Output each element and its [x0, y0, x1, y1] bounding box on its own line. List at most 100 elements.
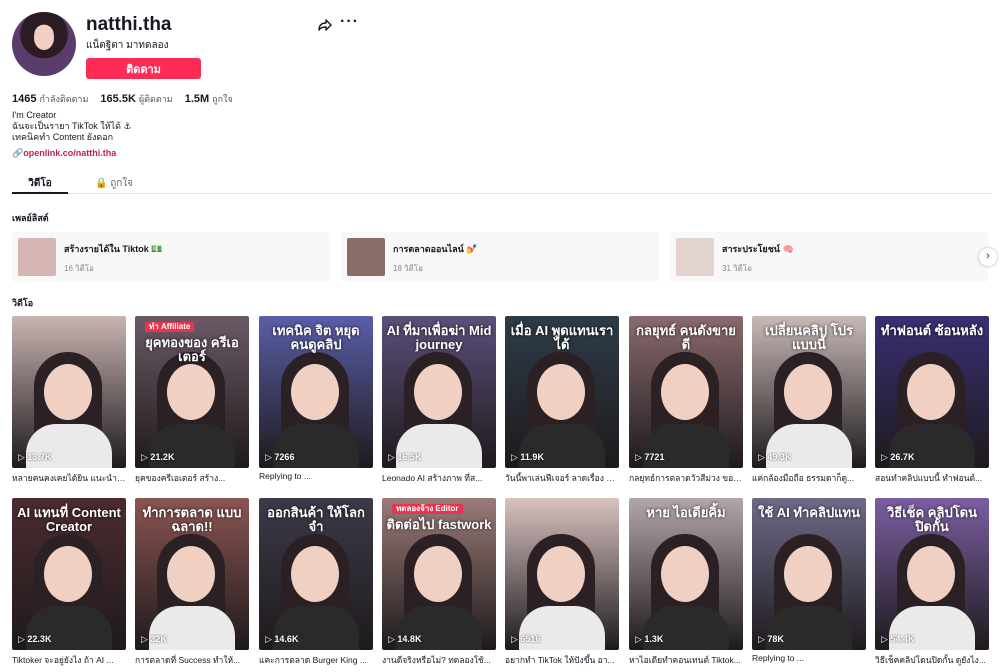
link-icon: 🔗 — [12, 148, 24, 158]
more-icon[interactable]: ··· — [340, 13, 359, 31]
video-caption[interactable]: วิธีเช็คคลิปโดนปิดกั้น ดูยังไง... — [875, 653, 989, 667]
profile-link[interactable]: 🔗openlink.co/natthi.tha — [12, 148, 116, 159]
person-face — [537, 364, 585, 420]
video-card[interactable]: ทำการตลาด แบบฉลาด!! ▷ 32K การตลาดที่ Succe… — [135, 498, 249, 667]
playlist-thumbnail — [676, 238, 714, 276]
video-caption[interactable]: Tiktoker จะอยู่ยังไง ถ้า AI ... — [12, 653, 126, 667]
follow-button[interactable]: ติดตาม — [86, 58, 201, 79]
video-card[interactable]: วิธีเช็ค คลิปโดนปิดกั้น ▷ 54.4K วิธีเช็คคล… — [875, 498, 989, 667]
followers-stat[interactable]: 165.5K ผู้ติดตาม — [100, 92, 172, 106]
video-overlay-text: เมื่อ AI พูดแทนเราได้ — [510, 323, 614, 352]
chevron-right-icon[interactable]: › — [979, 248, 997, 266]
view-count: ▷ 49.3K — [758, 452, 792, 462]
video-caption[interactable]: Replying to ... — [259, 471, 373, 481]
tab-videos[interactable]: วิดีโอ — [12, 172, 68, 194]
playlists: สร้างรายได้ใน Tiktok 💵 16 วิดีโอ การตลาด… — [12, 232, 992, 284]
view-count: ▷ 14.8K — [388, 634, 422, 644]
playlist-thumbnail — [347, 238, 385, 276]
playlist-thumbnail — [18, 238, 56, 276]
person-face — [784, 364, 832, 420]
person-face — [167, 364, 215, 420]
share-icon[interactable] — [317, 17, 333, 33]
person-face — [784, 546, 832, 602]
play-icon: ▷ — [758, 452, 768, 462]
video-card[interactable]: ▷ 13.7K หลายคนคงเคยได้ยิน แนะนำคอร์ส... — [12, 316, 126, 485]
video-caption[interactable]: สอนทำคลิปแบบนี้ ทำฟอนต์... — [875, 471, 989, 485]
video-caption[interactable]: หาไอเดียทำคอนเทนต์ Tiktok... — [629, 653, 743, 667]
video-caption[interactable]: วันนี้พาเล่นฟีเจอร์ ลาดเรื่อง AI ... — [505, 471, 619, 485]
playlist-card[interactable]: สาระประโยชน์ 🧠 31 วิดีโอ — [670, 232, 988, 282]
following-stat[interactable]: 1465 กำลังติดตาม — [12, 92, 88, 106]
video-overlay-text: กลยุทธ์ คนดังขายดี — [636, 323, 736, 352]
video-thumbnail[interactable]: AI ที่มาเพื่อฆ่า Mid journey ▷ 16.5K — [382, 316, 496, 468]
video-card[interactable]: ▷ 6516 อยากทำ TikTok ให้ปังขึ้น อา... — [505, 498, 619, 667]
video-thumbnail[interactable]: ออกสินค้า ให้โลกจำ ▷ 14.6K — [259, 498, 373, 650]
video-thumbnail[interactable]: เมื่อ AI พูดแทนเราได้ ▷ 11.9K — [505, 316, 619, 468]
view-count: ▷ 1.3K — [635, 634, 664, 644]
video-thumbnail[interactable]: ทำฟอนต์ ซ้อนหลัง ▷ 26.7K — [875, 316, 989, 468]
video-thumbnail[interactable]: AI แทนที่ Content Creator ▷ 22.3K — [12, 498, 126, 650]
video-card[interactable]: ออกสินค้า ให้โลกจำ ▷ 14.6K แคะการตลาด Burg… — [259, 498, 373, 667]
person-face — [291, 546, 339, 602]
video-card[interactable]: AI ที่มาเพื่อฆ่า Mid journey ▷ 16.5K Leona… — [382, 316, 496, 485]
profile-stats: 1465 กำลังติดตาม 165.5K ผู้ติดตาม 1.5M ถูกใ… — [12, 92, 233, 106]
video-thumbnail[interactable]: ทำการตลาด แบบฉลาด!! ▷ 32K — [135, 498, 249, 650]
view-count: ▷ 7266 — [265, 452, 295, 462]
person-face — [907, 364, 955, 420]
tab-liked[interactable]: 🔒 ถูกใจ — [84, 172, 144, 194]
video-card[interactable]: กลยุทธ์ คนดังขายดี ▷ 7721 กลยุทธ์การตลาดวั… — [629, 316, 743, 485]
video-thumbnail[interactable]: ▷ 13.7K — [12, 316, 126, 468]
video-thumbnail[interactable]: วิธีเช็ค คลิปโดนปิดกั้น ▷ 54.4K — [875, 498, 989, 650]
video-overlay-text: AI ที่มาเพื่อฆ่า Mid journey — [386, 323, 492, 352]
playlist-card[interactable]: การตลาดออนไลน์ 💅 18 วิดีโอ — [341, 232, 659, 282]
person-face — [44, 364, 92, 420]
video-card[interactable]: ทดลองจ้าง Editor ติดต่อไป fastwork ▷ 14.8K… — [382, 498, 496, 667]
video-card[interactable]: หาย ไอเดียคิ้ม ▷ 1.3K หาไอเดียทำคอนเทนต์ T… — [629, 498, 743, 667]
person-face — [44, 546, 92, 602]
video-card[interactable]: ใช้ AI ทำคลิปแทน ▷ 78K Replying to ... — [752, 498, 866, 663]
video-card[interactable]: เมื่อ AI พูดแทนเราได้ ▷ 11.9K วันนี้พาเล่น… — [505, 316, 619, 485]
play-icon: ▷ — [141, 452, 151, 462]
nickname: แน็ตฐิตา มาทดลอง — [86, 40, 169, 51]
video-thumbnail[interactable]: กลยุทธ์ คนดังขายดี ▷ 7721 — [629, 316, 743, 468]
video-overlay-text: ทำฟอนต์ ซ้อนหลัง — [880, 323, 984, 338]
play-icon: ▷ — [18, 634, 28, 644]
video-caption[interactable]: งานดีจริงหรือไม่? ทดลองใช้... — [382, 653, 496, 667]
video-caption[interactable]: ยุคของครีเอเตอร์ สร้าง... — [135, 471, 249, 485]
video-caption[interactable]: แค่กล้องมือถือ ธรรมดาก็ดู... — [752, 471, 866, 485]
video-thumbnail[interactable]: ▷ 6516 — [505, 498, 619, 650]
video-card[interactable]: เปลี่ยนคลิป โปรแบบนี้ ▷ 49.3K แค่กล้องมือถ… — [752, 316, 866, 485]
video-thumbnail[interactable]: หาย ไอเดียคิ้ม ▷ 1.3K — [629, 498, 743, 650]
video-caption[interactable]: Replying to ... — [752, 653, 866, 663]
likes-stat: 1.5M ถูกใจ — [184, 93, 233, 105]
avatar[interactable] — [12, 12, 76, 76]
video-tag: ทดลองจ้าง Editor — [392, 504, 463, 515]
video-thumbnail[interactable]: ทำ Affiliate ยุคทองของ ครีเอเตอร์ ▷ 21.2K — [135, 316, 249, 468]
video-card[interactable]: ทำฟอนต์ ซ้อนหลัง ▷ 26.7K สอนทำคลิปแบบนี้ ท… — [875, 316, 989, 485]
video-caption[interactable]: การตลาดที่ Success ทำให้... — [135, 653, 249, 667]
video-caption[interactable]: อยากทำ TikTok ให้ปังขึ้น อา... — [505, 653, 619, 667]
video-thumbnail[interactable]: ทดลองจ้าง Editor ติดต่อไป fastwork ▷ 14.8K — [382, 498, 496, 650]
person-face — [414, 546, 462, 602]
video-card[interactable]: ทำ Affiliate ยุคทองของ ครีเอเตอร์ ▷ 21.2K ย… — [135, 316, 249, 485]
video-overlay-text: เทคนิค จิต หยุด คนดูคลิป — [272, 323, 360, 352]
play-icon: ▷ — [635, 634, 645, 644]
video-caption[interactable]: กลยุทธ์การตลาดวัวสีม่วง ของ... — [629, 471, 743, 485]
video-overlay-text: ใช้ AI ทำคลิปแทน — [757, 505, 860, 520]
view-count: ▷ 22.3K — [18, 634, 52, 644]
view-count: ▷ 6516 — [511, 634, 541, 644]
video-thumbnail[interactable]: ใช้ AI ทำคลิปแทน ▷ 78K — [752, 498, 866, 650]
play-icon: ▷ — [388, 452, 398, 462]
play-icon: ▷ — [881, 634, 891, 644]
video-caption[interactable]: หลายคนคงเคยได้ยิน แนะนำคอร์ส... — [12, 471, 126, 485]
video-card[interactable]: เทคนิค จิต หยุด คนดูคลิป ▷ 7266 Replying t… — [259, 316, 373, 481]
video-card[interactable]: AI แทนที่ Content Creator ▷ 22.3K Tiktoker… — [12, 498, 126, 667]
video-caption[interactable]: แคะการตลาด Burger King ... — [259, 653, 373, 667]
view-count: ▷ 7721 — [635, 452, 665, 462]
video-caption[interactable]: Leonado AI สร้างภาพ ที่ส... — [382, 471, 496, 485]
play-icon: ▷ — [511, 634, 521, 644]
video-thumbnail[interactable]: เทคนิค จิต หยุด คนดูคลิป ▷ 7266 — [259, 316, 373, 468]
playlist-card[interactable]: สร้างรายได้ใน Tiktok 💵 16 วิดีโอ — [12, 232, 330, 282]
video-overlay-text: เปลี่ยนคลิป โปรแบบนี้ — [765, 323, 853, 352]
video-thumbnail[interactable]: เปลี่ยนคลิป โปรแบบนี้ ▷ 49.3K — [752, 316, 866, 468]
